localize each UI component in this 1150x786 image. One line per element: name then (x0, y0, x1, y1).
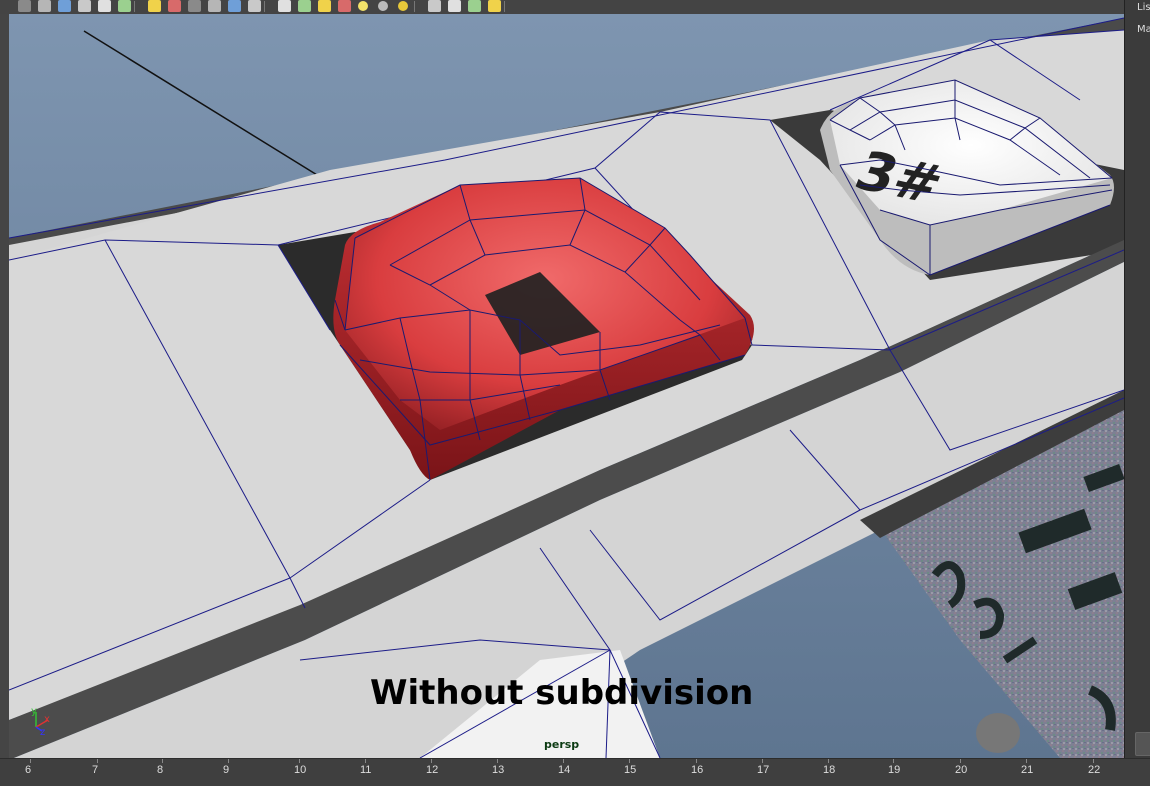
isolate-icon[interactable] (298, 0, 311, 12)
select-icon[interactable] (428, 0, 441, 12)
time-tick-label: 16 (691, 764, 704, 776)
time-tick-mark (629, 759, 630, 763)
time-tick-label: 22 (1088, 764, 1101, 776)
all-lights-icon[interactable] (228, 0, 241, 12)
toolbar-separator (414, 1, 415, 12)
time-tick-label: 14 (558, 764, 571, 776)
time-tick-label: 9 (223, 764, 230, 776)
time-tick-mark (563, 759, 564, 763)
tool-e-icon[interactable] (98, 0, 111, 12)
perspective-viewport[interactable]: 3# y x z Without subdivision persp (9, 14, 1124, 758)
layout-icon[interactable] (468, 0, 481, 12)
right-panel-button[interactable] (1135, 732, 1150, 756)
toolbar-separator (134, 1, 135, 12)
time-tick-label: 18 (823, 764, 836, 776)
time-tick-label: 21 (1021, 764, 1034, 776)
axis-z-label: z (40, 727, 45, 738)
tool-b-icon[interactable] (38, 0, 51, 12)
tool-a-icon[interactable] (18, 0, 31, 12)
toolbar-separator (264, 1, 265, 12)
time-tick-mark (497, 759, 498, 763)
time-tick-mark (97, 759, 98, 763)
smooth-shade-icon[interactable] (188, 0, 201, 12)
time-tick-label: 8 (157, 764, 164, 776)
time-tick-label: 10 (294, 764, 307, 776)
axis-x-label: x (44, 714, 50, 725)
time-tick-label: 20 (955, 764, 968, 776)
light-sphere-icon[interactable] (358, 1, 368, 11)
time-slider[interactable]: 6 7 8 9 10 11 12 13 14 15 16 17 18 19 20 21 22 (0, 758, 1150, 786)
grey-sphere-icon[interactable] (378, 1, 388, 11)
viewport-toolbar (0, 0, 1126, 15)
time-tick-mark (365, 759, 366, 763)
time-tick-mark (828, 759, 829, 763)
scene-render: 3# y x z (9, 14, 1124, 758)
time-tick-mark (299, 759, 300, 763)
time-tick-label: 6 (25, 764, 32, 776)
yellow-sphere-icon[interactable] (398, 1, 408, 11)
time-tick-mark (1093, 759, 1094, 763)
texture-icon[interactable] (248, 0, 261, 12)
time-tick-mark (162, 759, 163, 763)
tool-d-icon[interactable] (78, 0, 91, 12)
grid-shade-icon[interactable] (168, 0, 181, 12)
time-tick-mark (696, 759, 697, 763)
caption-text: Without subdivision (370, 673, 754, 713)
time-tick-mark (762, 759, 763, 763)
axis-y-label: y (31, 706, 37, 717)
time-tick-mark (893, 759, 894, 763)
time-tick-mark (1026, 759, 1027, 763)
time-tick-label: 15 (624, 764, 637, 776)
time-tick-mark (431, 759, 432, 763)
share-icon[interactable] (488, 0, 501, 12)
tool-f-icon[interactable] (118, 0, 131, 12)
time-tick-label: 19 (888, 764, 901, 776)
xray-icon[interactable] (318, 0, 331, 12)
tool-c-icon[interactable] (58, 0, 71, 12)
right-panel-menu-label[interactable]: Ma (1137, 24, 1150, 35)
time-tick-label: 12 (426, 764, 439, 776)
time-tick-label: 7 (92, 764, 99, 776)
right-side-panel: Lis Ma (1124, 0, 1150, 760)
toolbar-separator (504, 1, 505, 12)
left-edge-strip (0, 14, 9, 758)
cube-icon[interactable] (448, 0, 461, 12)
time-tick-mark (960, 759, 961, 763)
time-tick-label: 17 (757, 764, 770, 776)
time-tick-mark (228, 759, 229, 763)
wireframe-icon[interactable] (148, 0, 161, 12)
default-light-icon[interactable] (208, 0, 221, 12)
dark-blob (976, 713, 1020, 753)
right-panel-list-label[interactable]: Lis (1137, 2, 1150, 13)
time-tick-mark (30, 759, 31, 763)
time-tick-label: 11 (360, 764, 372, 776)
checker-icon[interactable] (338, 0, 351, 12)
camera-icon[interactable] (278, 0, 291, 12)
camera-name-label: persp (544, 738, 580, 751)
time-tick-label: 13 (492, 764, 505, 776)
